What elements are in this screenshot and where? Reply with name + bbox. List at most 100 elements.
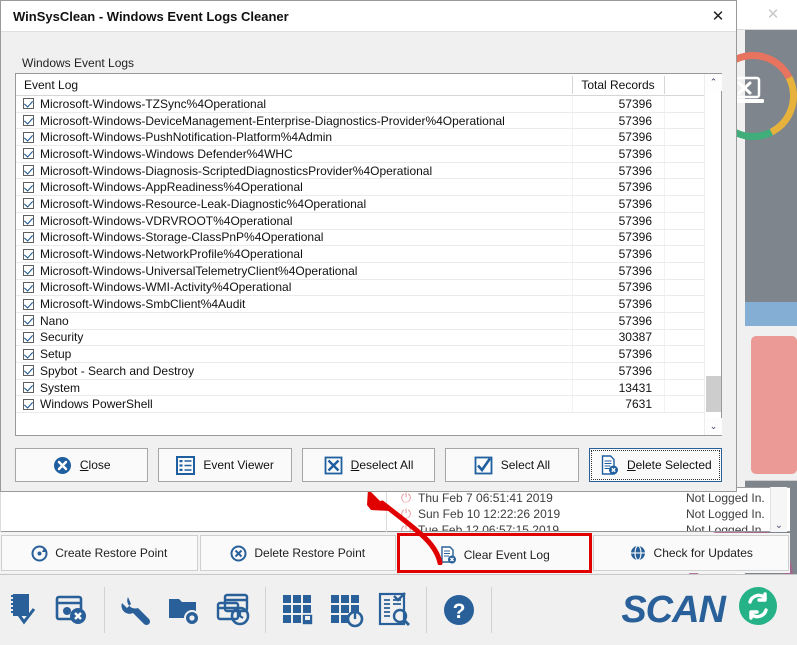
folder-settings-icon[interactable] — [161, 586, 209, 634]
cell-divider — [664, 262, 665, 279]
event-log-name: Nano — [40, 313, 69, 328]
background-close-icon[interactable]: ✕ — [755, 0, 791, 28]
cell-divider — [664, 96, 665, 112]
table-row[interactable]: Microsoft-Windows-Resource-Leak-Diagnost… — [16, 196, 704, 213]
uninstall-disc-icon[interactable] — [48, 586, 96, 634]
background-hero-panel — [697, 30, 797, 302]
column-header-event-log[interactable]: Event Log — [24, 78, 78, 92]
log-search-icon[interactable] — [370, 586, 418, 634]
event-log-name: Microsoft-Windows-VDRVROOT%4Operational — [40, 213, 293, 228]
row-checkbox[interactable] — [23, 365, 34, 377]
scrollbar-thumb[interactable] — [706, 376, 721, 412]
header-divider — [664, 76, 665, 94]
help-icon[interactable]: ? — [435, 586, 483, 634]
dialog-close-icon[interactable]: ✕ — [700, 1, 736, 31]
grid-scrollbar[interactable]: ⌃ ⌄ — [704, 74, 722, 435]
table-row[interactable]: Microsoft-Windows-NetworkProfile%4Operat… — [16, 246, 704, 263]
table-row[interactable]: Nano 57396 — [16, 312, 704, 330]
registry-save-icon[interactable] — [274, 586, 322, 634]
event-log-name: Security — [40, 330, 84, 345]
event-log-name: System — [40, 380, 81, 395]
row-checkbox[interactable] — [23, 215, 34, 227]
event-log-name: Microsoft-Windows-UniversalTelemetryClie… — [40, 263, 358, 278]
row-checkbox[interactable] — [23, 181, 34, 193]
window-history-icon[interactable] — [209, 586, 257, 634]
row-checkbox[interactable] — [23, 165, 34, 177]
event-log-name: Microsoft-Windows-Diagnosis-ScriptedDiag… — [40, 163, 433, 178]
table-row[interactable]: Microsoft-Windows-Diagnosis-ScriptedDiag… — [16, 162, 704, 180]
row-checkbox[interactable] — [23, 382, 34, 394]
wrench-tools-icon[interactable] — [113, 586, 161, 634]
deselect-all-button[interactable]: Deselect All — [301, 448, 436, 482]
event-log-name: Windows PowerShell — [40, 397, 153, 412]
table-row[interactable]: Microsoft-Windows-VDRVROOT%4Operational 5… — [16, 212, 704, 230]
svg-text:?: ? — [453, 600, 466, 623]
table-row[interactable]: Spybot - Search and Destroy 57396 — [16, 363, 704, 380]
row-checkbox[interactable] — [23, 298, 34, 310]
table-row[interactable]: Security 30387 — [16, 329, 704, 347]
cell-divider — [664, 212, 665, 229]
delete-selected-button[interactable]: Delete Selected — [588, 448, 723, 482]
row-checkbox[interactable] — [23, 331, 34, 343]
table-row[interactable]: Microsoft-Windows-UniversalTelemetryClie… — [16, 262, 704, 280]
create-restore-point-button[interactable]: Create Restore Point — [1, 535, 198, 571]
check-for-updates-button[interactable]: Check for Updates — [592, 535, 789, 571]
background-log-list[interactable]: ⏻ Thu Feb 7 06:51:41 2019 Not Logged In.… — [0, 487, 790, 532]
registry-restore-icon[interactable] — [322, 586, 370, 634]
row-checkbox[interactable] — [23, 231, 34, 243]
create-restore-point-label: Create Restore Point — [55, 546, 168, 560]
cell-divider — [664, 196, 665, 212]
table-row[interactable]: Microsoft-Windows-AppReadiness%4Operatio… — [16, 179, 704, 197]
total-records-value: 57396 — [618, 230, 652, 245]
table-row[interactable]: Microsoft-Windows-PushNotification-Platf… — [16, 129, 704, 147]
event-viewer-button[interactable]: Event Viewer — [158, 448, 292, 482]
table-row[interactable]: Microsoft-Windows-Windows Defender%4WHC 5… — [16, 146, 704, 163]
table-row[interactable]: Microsoft-Windows-Storage-ClassPnP%4Oper… — [16, 229, 704, 247]
list-item[interactable]: ⏻ Sun Feb 10 12:22:26 2019 Not Logged In… — [392, 506, 790, 522]
install-check-icon[interactable] — [0, 586, 48, 634]
row-checkbox[interactable] — [23, 281, 34, 293]
column-header-total-records[interactable]: Total Records — [576, 78, 660, 92]
list-item[interactable]: ⏻ Tue Feb 12 06:57:15 2019 Not Logged In… — [392, 522, 790, 532]
close-button-label: Close — [79, 458, 111, 472]
row-checkbox[interactable] — [23, 248, 34, 260]
table-row[interactable]: Microsoft-Windows-DeviceManagement-Enter… — [16, 112, 704, 130]
delete-selected-label: Delete Selected — [626, 458, 712, 472]
table-row[interactable]: System 13431 — [16, 379, 704, 397]
list-item[interactable]: ⏻ Thu Feb 7 06:51:41 2019 Not Logged In. — [392, 490, 790, 506]
row-checkbox[interactable] — [23, 131, 34, 143]
clear-event-log-button[interactable]: Clear Event Log — [398, 535, 591, 575]
row-checkbox[interactable] — [23, 148, 34, 160]
select-all-label: Select All — [500, 458, 551, 472]
row-checkbox[interactable] — [23, 98, 34, 110]
total-records-value: 57396 — [618, 180, 652, 195]
total-records-value: 57396 — [618, 213, 652, 228]
cell-divider — [664, 363, 665, 379]
row-checkbox[interactable] — [23, 265, 34, 277]
row-checkbox[interactable] — [23, 198, 34, 210]
table-row[interactable]: Setup 57396 — [16, 346, 704, 363]
row-checkbox[interactable] — [23, 348, 34, 360]
background-list-scrollbar[interactable]: ⌄ — [770, 487, 787, 532]
event-log-name: Microsoft-Windows-DeviceManagement-Enter… — [40, 113, 505, 128]
table-row[interactable]: Windows PowerShell 7631 — [16, 396, 704, 414]
power-icon: ⏻ — [400, 522, 412, 532]
delete-restore-point-button[interactable]: Delete Restore Point — [199, 535, 396, 571]
close-button[interactable]: Close — [15, 448, 149, 482]
table-row[interactable]: Microsoft-Windows-TZSync%4Operational 573… — [16, 96, 704, 113]
row-checkbox[interactable] — [23, 315, 34, 327]
select-all-button[interactable]: Select All — [445, 448, 579, 482]
row-checkbox[interactable] — [23, 115, 34, 127]
scan-label: SCAN — [621, 588, 726, 631]
scroll-down-icon[interactable]: ⌄ — [705, 418, 722, 435]
scan-button[interactable]: SCAN — [621, 583, 797, 637]
scroll-down-icon[interactable]: ⌄ — [775, 520, 783, 531]
table-row[interactable]: Microsoft-Windows-WMI-Activity%4Operatio… — [16, 279, 704, 297]
row-checkbox[interactable] — [23, 398, 34, 410]
event-viewer-label: Event Viewer — [203, 458, 274, 472]
table-row[interactable]: Microsoft-Windows-SmbClient%4Audit 57396 — [16, 296, 704, 313]
dialog-button-row: Close Event Viewer Deselect All Select A… — [15, 448, 723, 482]
scroll-up-icon[interactable]: ⌃ — [705, 74, 722, 91]
cell-divider — [664, 346, 665, 362]
group-box-label: Windows Event Logs — [19, 56, 138, 70]
